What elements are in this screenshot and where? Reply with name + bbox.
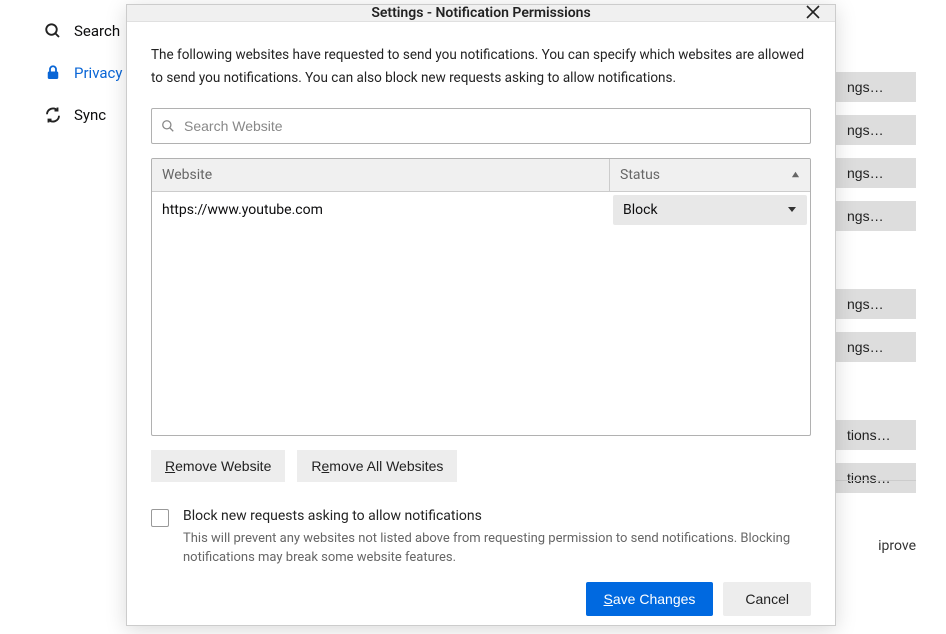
block-new-requests-label: Block new requests asking to allow notif… bbox=[183, 508, 811, 524]
bg-exceptions-button[interactable]: tions… bbox=[833, 420, 916, 450]
status-value: Block bbox=[623, 202, 658, 218]
bg-exceptions-button[interactable]: tions… bbox=[833, 463, 916, 493]
dialog-title: Settings - Notification Permissions bbox=[371, 5, 590, 21]
sort-ascending-icon bbox=[791, 167, 800, 183]
close-button[interactable] bbox=[801, 1, 825, 25]
bg-settings-button[interactable]: ngs… bbox=[833, 201, 916, 231]
sidebar-item-label: Privacy bbox=[74, 64, 122, 82]
permissions-table: Website Status https://www.youtube.com B… bbox=[151, 158, 811, 436]
save-changes-button[interactable]: Save Changes bbox=[586, 582, 714, 616]
dialog-description: The following websites have requested to… bbox=[151, 44, 811, 90]
sidebar-item-label: Sync bbox=[74, 106, 106, 124]
remove-all-websites-button[interactable]: Remove All Websites bbox=[297, 450, 457, 482]
bg-settings-button[interactable]: ngs… bbox=[833, 72, 916, 102]
table-row[interactable]: https://www.youtube.com Block bbox=[152, 192, 810, 228]
bg-text-fragment: iprove bbox=[878, 538, 916, 554]
remove-actions: Remove Website Remove All Websites bbox=[151, 450, 811, 482]
background-buttons: ngs… ngs… ngs… ngs… ngs… ngs… tions… tio… bbox=[833, 65, 916, 499]
block-new-requests-checkbox[interactable] bbox=[151, 509, 169, 527]
lock-icon bbox=[44, 64, 62, 82]
cancel-button[interactable]: Cancel bbox=[723, 582, 811, 616]
dialog-body: The following websites have requested to… bbox=[127, 22, 835, 634]
status-dropdown[interactable]: Block bbox=[613, 195, 807, 225]
search-icon bbox=[161, 119, 175, 133]
search-website-wrap bbox=[151, 108, 811, 144]
sidebar-item-label: Search bbox=[74, 22, 120, 40]
remove-website-button[interactable]: Remove Website bbox=[151, 450, 285, 482]
block-new-requests-description: This will prevent any websites not liste… bbox=[183, 530, 811, 568]
dialog-header: Settings - Notification Permissions bbox=[127, 5, 835, 22]
bg-settings-button[interactable]: ngs… bbox=[833, 332, 916, 362]
sync-icon bbox=[44, 106, 62, 124]
column-header-status[interactable]: Status bbox=[610, 159, 810, 191]
website-cell: https://www.youtube.com bbox=[152, 192, 610, 228]
bg-settings-button[interactable]: ngs… bbox=[833, 115, 916, 145]
column-header-website[interactable]: Website bbox=[152, 159, 610, 191]
notification-permissions-dialog: Settings - Notification Permissions The … bbox=[126, 4, 836, 626]
bg-settings-button[interactable]: ngs… bbox=[833, 289, 916, 319]
search-website-input[interactable] bbox=[151, 108, 811, 144]
search-icon bbox=[44, 22, 62, 40]
bg-settings-button[interactable]: ngs… bbox=[833, 158, 916, 188]
table-header: Website Status bbox=[152, 159, 810, 192]
block-new-requests-section: Block new requests asking to allow notif… bbox=[151, 508, 811, 568]
dialog-footer: Save Changes Cancel bbox=[151, 582, 811, 616]
close-icon bbox=[806, 5, 820, 22]
chevron-down-icon bbox=[787, 202, 797, 218]
